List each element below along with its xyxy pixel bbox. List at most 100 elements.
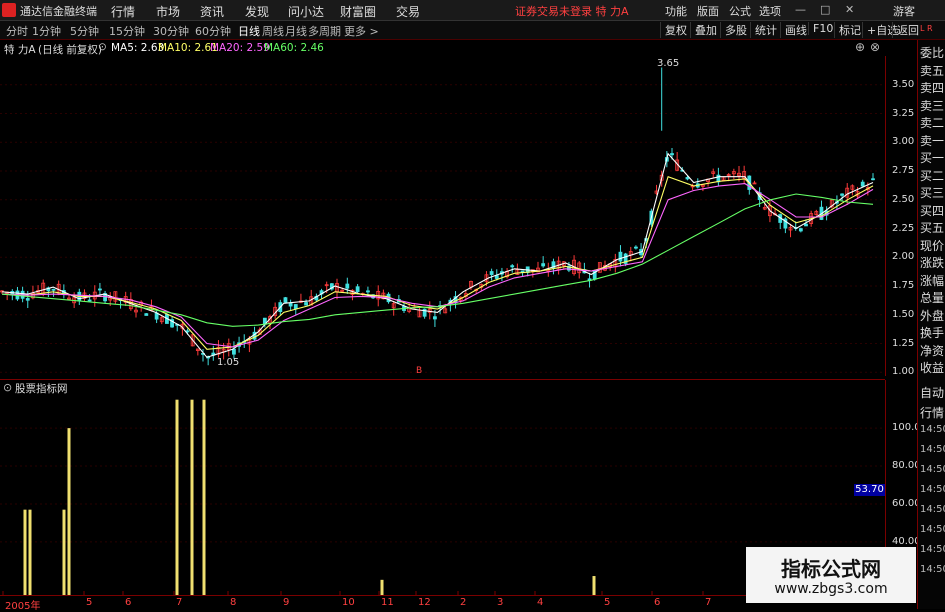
- ma-line-ma20: [1, 183, 874, 348]
- period-more[interactable]: 更多 >: [344, 23, 379, 39]
- guest-label[interactable]: 游客: [893, 3, 915, 19]
- candle-body: [98, 288, 102, 291]
- quote-field-label: 买五: [920, 221, 945, 235]
- period-60min[interactable]: 60分钟: [195, 23, 231, 39]
- indicator-bar: [380, 579, 384, 595]
- price-tick-label: 1.00: [892, 366, 915, 378]
- settings-icon[interactable]: ⊙: [98, 41, 107, 53]
- quote-field-label[interactable]: 行情: [920, 404, 944, 421]
- quote-field-label: 涨幅: [920, 273, 945, 288]
- date-tick-label: 7: [176, 597, 183, 608]
- price-tick-label: 3.25: [892, 107, 915, 119]
- menu-functions[interactable]: 功能: [665, 3, 687, 19]
- ma-line-ma60: [1, 193, 874, 327]
- date-tick-label: 6: [654, 597, 661, 608]
- menu-formula[interactable]: 公式: [729, 3, 751, 19]
- login-notice[interactable]: 证券交易未登录 特 力A: [515, 3, 629, 19]
- candle-body: [433, 316, 437, 320]
- menu-wealth-circle[interactable]: 财富圈: [340, 3, 376, 20]
- menu-options[interactable]: 选项: [759, 3, 781, 19]
- maximize-icon[interactable]: □: [820, 3, 830, 16]
- quote-field-label: 卖四: [920, 81, 945, 95]
- quote-field-label: 卖三: [920, 98, 945, 113]
- quote-field-label: 14:50: [920, 464, 945, 475]
- quote-field-label: 14:50: [920, 544, 945, 555]
- quote-field-label: 卖五: [920, 63, 945, 78]
- chart-mode: (日线 前复权): [38, 44, 103, 56]
- zoom-icon[interactable]: ⊕: [855, 40, 865, 54]
- menu-market[interactable]: 市场: [156, 3, 180, 20]
- period-5min[interactable]: 5分钟: [70, 23, 99, 39]
- minimize-icon[interactable]: —: [795, 3, 806, 16]
- watermark-box: 指标公式网 www.zbgs3.com: [746, 547, 916, 603]
- date-tick-label: 6: [125, 597, 132, 608]
- btn-mark[interactable]: 标记: [834, 22, 861, 38]
- indicator-header: ⊙ 股票指标网: [0, 379, 885, 395]
- quote-field-label: 委比: [920, 46, 945, 60]
- candle-body: [860, 181, 865, 187]
- close-icon[interactable]: ✕: [845, 3, 854, 16]
- period-monthly[interactable]: 月线: [285, 23, 307, 39]
- panel-corner-label[interactable]: L R: [920, 24, 933, 33]
- quote-field-label: 14:50: [920, 484, 945, 495]
- price-tick-label: 3.00: [892, 136, 915, 148]
- price-tick-label: 1.75: [892, 280, 915, 291]
- btn-adjust[interactable]: 复权: [660, 22, 687, 38]
- quote-field-label: 14:50: [920, 504, 945, 515]
- btn-multi-stock[interactable]: 多股: [720, 22, 747, 38]
- menu-trade[interactable]: 交易: [396, 3, 420, 20]
- menu-news[interactable]: 资讯: [200, 3, 224, 20]
- watermark-url: www.zbgs3.com: [774, 581, 888, 597]
- period-weekly[interactable]: 周线: [262, 23, 284, 39]
- indicator-bar: [175, 399, 179, 595]
- period-30min[interactable]: 30分钟: [153, 23, 189, 39]
- price-tick-label: 2.75: [892, 165, 915, 176]
- candle-body: [355, 286, 360, 292]
- price-tick-label: 2.00: [892, 251, 915, 263]
- candle-body: [144, 313, 149, 316]
- period-multi[interactable]: 多周期: [308, 23, 341, 39]
- app-logo-icon: [2, 3, 16, 17]
- menu-ask-xiaoda[interactable]: 问小达: [288, 3, 324, 20]
- btn-f10[interactable]: F10: [808, 22, 833, 35]
- btn-back[interactable]: 返回: [892, 22, 919, 38]
- ma5-label: MA5: 2.63: [111, 42, 165, 54]
- btn-overlay[interactable]: 叠加: [690, 22, 717, 38]
- price-tick-label: 1.50: [892, 308, 915, 320]
- quote-field-label: 总量: [920, 291, 945, 305]
- app-title: 通达信金融终端: [20, 5, 97, 18]
- candle-body: [87, 299, 92, 302]
- menu-layout[interactable]: 版面: [697, 3, 719, 19]
- period-15min[interactable]: 15分钟: [109, 23, 145, 39]
- date-tick-label: 3: [497, 597, 504, 608]
- high-annotation: 3.65: [657, 58, 680, 69]
- btn-stats[interactable]: 统计: [750, 22, 777, 38]
- period-daily[interactable]: 日线: [238, 23, 260, 39]
- date-tick-label: 7: [705, 597, 712, 608]
- indicator-bar: [592, 576, 596, 595]
- candle-body: [685, 177, 690, 180]
- quote-field-label: 买一: [920, 151, 945, 165]
- price-chart[interactable]: [0, 56, 885, 378]
- menu-quotes[interactable]: 行情: [111, 3, 135, 20]
- candle-body: [489, 271, 494, 275]
- menu-discover[interactable]: 发现: [245, 3, 269, 20]
- candle-body: [510, 265, 515, 268]
- indicator-bar: [202, 399, 206, 595]
- date-tick-label: 5: [604, 597, 611, 608]
- quote-field-label: 买三: [920, 186, 945, 200]
- close-chart-icon[interactable]: ⊗: [870, 40, 880, 54]
- btn-draw[interactable]: 画线: [780, 22, 807, 38]
- quote-field-label[interactable]: 自动: [920, 384, 944, 401]
- period-1min[interactable]: 1分钟: [32, 23, 61, 39]
- quote-field-label: 14:50: [920, 524, 945, 535]
- indicator-bar: [23, 509, 27, 595]
- current-value-badge: 53.70: [854, 484, 885, 496]
- candle-body: [840, 193, 844, 196]
- date-tick-label: 10: [342, 597, 355, 608]
- indicator-settings-icon[interactable]: ⊙: [3, 381, 12, 394]
- watermark-title: 指标公式网: [781, 557, 881, 581]
- indicator-bar: [62, 509, 66, 595]
- indicator-bar: [67, 428, 71, 595]
- period-intraday[interactable]: 分时: [6, 23, 28, 39]
